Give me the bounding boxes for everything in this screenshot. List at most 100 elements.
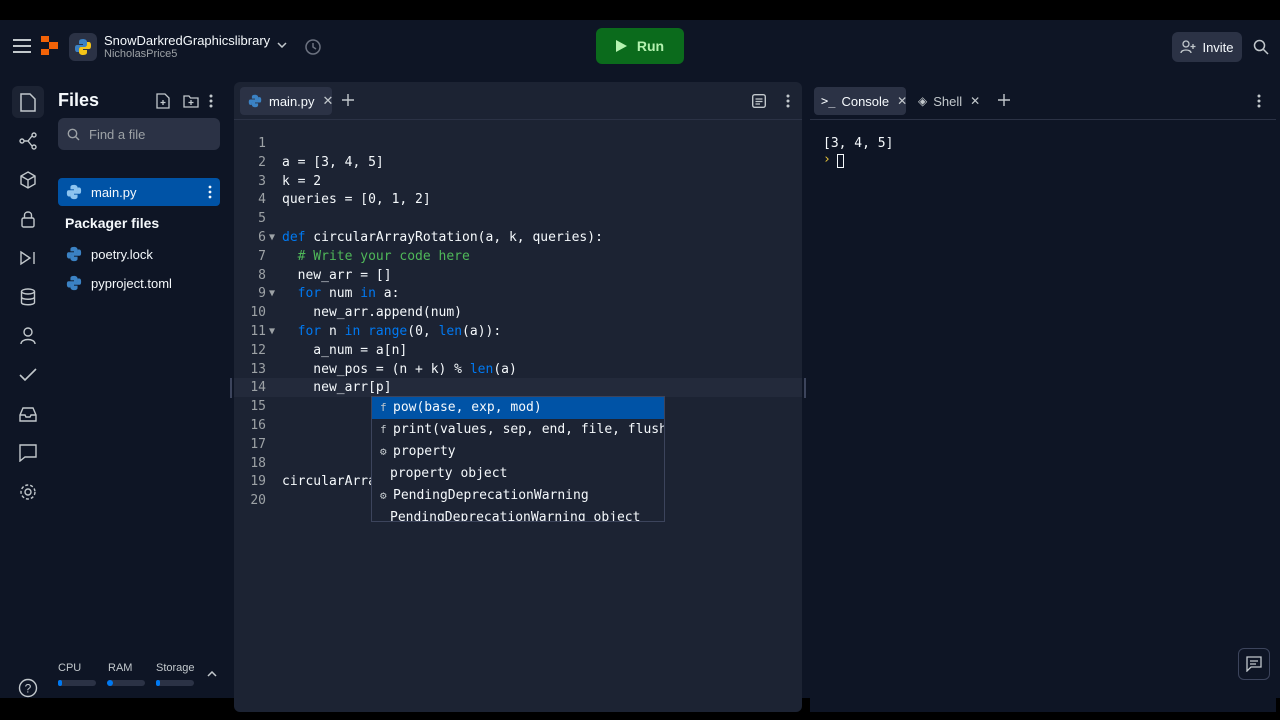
file-item-main-py[interactable]: main.py	[58, 178, 220, 206]
replit-logo-icon[interactable]	[40, 36, 60, 56]
add-tab-icon[interactable]	[340, 92, 356, 108]
code-line[interactable]: 10 new_arr.append(num)	[234, 303, 802, 322]
files-icon[interactable]	[12, 86, 44, 118]
repl-owner[interactable]: NicholasPrice5	[104, 48, 177, 60]
line-number: 16	[250, 418, 266, 433]
close-icon[interactable]: ✕	[897, 94, 907, 108]
chevron-up-icon[interactable]	[204, 666, 220, 682]
autocomplete-item[interactable]: ⚙ property	[372, 441, 664, 463]
code-line[interactable]: 5	[234, 209, 802, 228]
function-icon: f	[380, 423, 387, 436]
line-number: 5	[258, 211, 266, 227]
code-line[interactable]: 4 queries = [0, 1, 2]	[234, 190, 802, 209]
fold-arrow-icon[interactable]: ▼	[269, 228, 275, 247]
code-line[interactable]: 14 new_arr[p]	[234, 378, 802, 398]
inbox-icon[interactable]	[12, 398, 44, 430]
tab-main-py[interactable]: main.py ✕	[240, 87, 334, 115]
line-number: 2	[258, 154, 266, 170]
search-icon[interactable]	[1250, 36, 1272, 58]
code-line[interactable]: 7 # Write your code here	[234, 247, 802, 266]
file-search-input[interactable]: Find a file	[58, 118, 220, 150]
tab-console[interactable]: >_ Console ✕	[814, 87, 907, 115]
panel-resize-handle[interactable]	[230, 378, 232, 398]
code-line[interactable]: 12 a_num = a[n]	[234, 341, 802, 360]
search-icon	[67, 128, 80, 141]
close-icon[interactable]: ✕	[970, 94, 980, 108]
database-icon[interactable]	[12, 281, 44, 313]
console-cursor[interactable]	[837, 154, 844, 168]
chat-icon[interactable]	[12, 437, 44, 469]
checkmark-icon[interactable]	[12, 359, 44, 391]
tab-label: main.py	[269, 93, 315, 109]
ram-meter[interactable]	[107, 680, 145, 686]
autocomplete-label: pow(base, exp, mod)	[393, 400, 542, 415]
more-options-icon[interactable]	[779, 92, 797, 110]
code-text: new_pos = (n + k) % len(a)	[282, 361, 517, 377]
packages-cube-icon[interactable]	[12, 164, 44, 196]
file-item-poetry-lock[interactable]: poetry.lock	[58, 240, 220, 268]
code-line[interactable]: 6 ▼ def circularArrayRotation(a, k, querie…	[234, 228, 802, 247]
tab-shell[interactable]: ◈ Shell ✕	[914, 87, 990, 115]
help-icon[interactable]: ?	[12, 672, 44, 704]
code-line[interactable]: 11 ▼ for n in range(0, len(a)):	[234, 322, 802, 341]
code-line[interactable]: 8 new_arr = []	[234, 266, 802, 285]
code-line[interactable]: 2 a = [3, 4, 5]	[234, 153, 802, 172]
line-number: 1	[258, 136, 266, 151]
line-number: 3	[258, 173, 266, 189]
terminal-prompt-icon: >_	[821, 94, 836, 108]
file-menu-icon[interactable]	[208, 185, 212, 202]
python-file-icon	[66, 246, 82, 262]
add-user-icon	[1180, 40, 1196, 54]
run-button[interactable]: Run	[596, 28, 684, 64]
line-number: 7	[258, 248, 266, 264]
code-text: def circularArrayRotation(a, k, queries)…	[282, 230, 603, 245]
line-number: 18	[250, 455, 266, 471]
close-icon[interactable]: ✕	[323, 93, 334, 109]
code-line[interactable]: 1	[234, 134, 802, 153]
new-folder-icon[interactable]	[182, 92, 200, 110]
file-search-placeholder: Find a file	[89, 127, 146, 142]
code-text: a_num = a[n]	[282, 342, 408, 358]
more-options-icon[interactable]	[202, 92, 220, 110]
autocomplete-item[interactable]: property object	[372, 463, 664, 485]
code-line[interactable]: 9 ▼ for num in a:	[234, 284, 802, 303]
fold-arrow-icon[interactable]: ▼	[269, 284, 275, 303]
line-number: 17	[250, 436, 266, 452]
git-branch-icon[interactable]	[12, 125, 44, 157]
replit-workspace: SnowDarkredGraphicslibrary NicholasPrice…	[0, 20, 1280, 712]
secrets-lock-icon[interactable]	[12, 203, 44, 235]
code-text: # Write your code here	[282, 248, 470, 264]
invite-button[interactable]: Invite	[1172, 32, 1242, 62]
console-pane: >_ Console ✕ ◈ Shell ✕ [3, 4, 5] ›	[810, 82, 1276, 712]
code-line[interactable]: 3 k = 2	[234, 172, 802, 191]
code-line[interactable]: 13 new_pos = (n + k) % len(a)	[234, 360, 802, 379]
add-tab-icon[interactable]	[996, 92, 1012, 108]
autocomplete-item[interactable]: ⚙ PendingDeprecationWarning	[372, 485, 664, 507]
history-icon[interactable]	[303, 37, 323, 57]
autocomplete-item[interactable]: PendingDeprecationWarning object	[372, 507, 664, 521]
panel-resize-handle[interactable]	[804, 378, 806, 398]
cpu-meter[interactable]	[58, 680, 96, 686]
storage-meter[interactable]	[156, 680, 194, 686]
code-text: new_arr.append(num)	[282, 305, 463, 321]
autocomplete-item[interactable]: f pow(base, exp, mod)	[372, 397, 664, 419]
format-document-icon[interactable]	[750, 92, 768, 110]
debugger-icon[interactable]	[12, 242, 44, 274]
file-item-pyproject-toml[interactable]: pyproject.toml	[58, 269, 220, 297]
more-options-icon[interactable]	[1250, 92, 1268, 110]
tab-label: Console	[841, 93, 890, 109]
chevron-down-icon[interactable]	[275, 38, 289, 52]
feedback-chat-icon[interactable]	[1238, 648, 1270, 680]
editor-tab-bar: main.py ✕	[234, 82, 802, 120]
repl-name[interactable]: SnowDarkredGraphicslibrary	[104, 33, 270, 48]
fold-arrow-icon[interactable]: ▼	[269, 322, 275, 341]
line-number: 9	[258, 286, 266, 302]
menu-icon[interactable]	[10, 34, 34, 58]
settings-gear-icon[interactable]	[12, 476, 44, 508]
new-file-icon[interactable]	[154, 92, 172, 110]
autocomplete-item[interactable]: f print(values, sep, end, file, flush)	[372, 419, 664, 441]
console-prompt: ›	[823, 152, 831, 167]
top-bar: SnowDarkredGraphicslibrary NicholasPrice…	[0, 20, 1280, 74]
file-name: poetry.lock	[91, 246, 153, 262]
user-icon[interactable]	[12, 320, 44, 352]
